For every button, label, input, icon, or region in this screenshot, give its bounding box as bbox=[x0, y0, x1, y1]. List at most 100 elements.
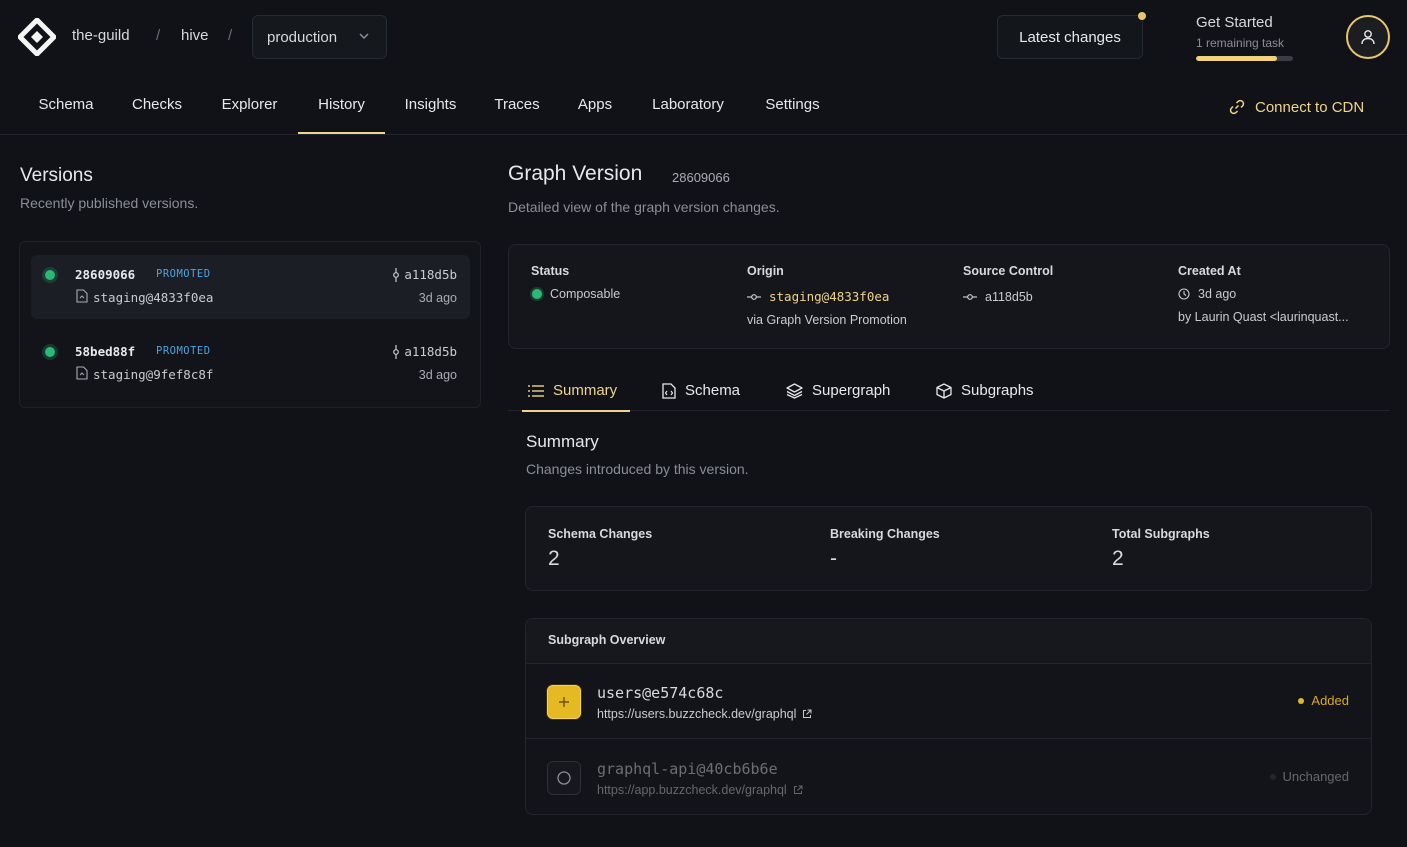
breadcrumb-organization[interactable]: the-guild bbox=[72, 27, 130, 44]
breaking-changes-value: - bbox=[830, 547, 837, 570]
status-text: Unchanged bbox=[1282, 769, 1350, 784]
summary-subtitle: Changes introduced by this version. bbox=[526, 461, 749, 477]
tab-label: Traces bbox=[494, 95, 540, 113]
connect-to-cdn-button[interactable]: Connect to CDN bbox=[1228, 98, 1364, 116]
versions-list: 28609066 PROMOTED staging@4833f0ea a118d… bbox=[19, 241, 481, 408]
version-item[interactable]: 58bed88f PROMOTED staging@9fef8c8f a118d… bbox=[31, 332, 470, 396]
version-id: 58bed88f bbox=[75, 344, 136, 359]
graph-version-title: Graph Version bbox=[508, 162, 643, 185]
tab-label: Schema bbox=[38, 95, 94, 113]
user-icon bbox=[1361, 30, 1375, 45]
version-details-card: Status Composable Origin staging@4833f0e… bbox=[508, 244, 1390, 349]
top-bar: the-guild / hive / production Latest cha… bbox=[0, 0, 1407, 74]
chevron-down-icon bbox=[359, 33, 369, 40]
hive-logo-icon[interactable] bbox=[18, 18, 56, 56]
subgraph-name: users@e574c68c bbox=[597, 684, 724, 702]
circle-icon bbox=[547, 761, 581, 795]
versions-title: Versions bbox=[20, 165, 93, 186]
notification-dot bbox=[1138, 12, 1146, 20]
subgraph-url: https://app.buzzcheck.dev/graphql bbox=[597, 783, 787, 797]
origin-link[interactable]: staging@4833f0ea bbox=[769, 289, 889, 304]
breadcrumb-project[interactable]: hive bbox=[181, 27, 209, 44]
source-control-value[interactable]: a118d5b bbox=[963, 290, 1033, 304]
summary-title: Summary bbox=[526, 432, 599, 451]
total-subgraphs-label: Total Subgraphs bbox=[1112, 527, 1210, 541]
target-select-value: production bbox=[267, 28, 338, 46]
tab-schema[interactable]: Schema bbox=[20, 74, 112, 134]
tab-label: Laboratory bbox=[652, 95, 724, 113]
tab-history[interactable]: History bbox=[298, 74, 385, 134]
subgraph-url: https://users.buzzcheck.dev/graphql bbox=[597, 707, 797, 721]
breaking-changes-label: Breaking Changes bbox=[830, 527, 940, 541]
tab-label: Supergraph bbox=[812, 382, 891, 399]
created-at-label: Created At bbox=[1178, 264, 1241, 278]
tab-summary[interactable]: Summary bbox=[522, 370, 630, 412]
version-time: 3d ago bbox=[418, 368, 457, 382]
status-dot bbox=[532, 289, 542, 299]
link-icon bbox=[1229, 99, 1245, 115]
tab-supergraph[interactable]: Supergraph bbox=[780, 370, 896, 411]
latest-changes-label: Latest changes bbox=[1019, 28, 1121, 46]
tab-settings[interactable]: Settings bbox=[746, 74, 839, 134]
version-origin: staging@9fef8c8f bbox=[93, 367, 214, 382]
status-text: Added bbox=[1311, 693, 1349, 708]
promoted-badge: PROMOTED bbox=[156, 345, 211, 357]
tab-explorer[interactable]: Explorer bbox=[202, 74, 297, 134]
tab-apps[interactable]: Apps bbox=[560, 74, 630, 134]
subgraph-overview-header: Subgraph Overview bbox=[526, 619, 1371, 664]
commit-hash: a118d5b bbox=[985, 290, 1033, 304]
tab-laboratory[interactable]: Laboratory bbox=[632, 74, 744, 134]
source-control-label: Source Control bbox=[963, 264, 1054, 278]
target-select[interactable]: production bbox=[252, 15, 387, 59]
version-commit-hash: a118d5b bbox=[404, 267, 457, 282]
avatar[interactable] bbox=[1346, 15, 1390, 59]
version-commit: a118d5b bbox=[392, 267, 457, 282]
graph-version-subtitle: Detailed view of the graph version chang… bbox=[508, 199, 780, 215]
version-tabs: Summary Schema Supergraph Subgraphs bbox=[508, 370, 1390, 412]
tab-traces[interactable]: Traces bbox=[476, 74, 558, 134]
tab-subgraphs[interactable]: Subgraphs bbox=[930, 370, 1040, 411]
tab-label: Explorer bbox=[221, 95, 278, 113]
status-badge: Added bbox=[1298, 693, 1349, 708]
subgraph-row[interactable]: users@e574c68c https://users.buzzcheck.d… bbox=[526, 664, 1371, 739]
tab-label: Summary bbox=[553, 382, 618, 399]
schema-changes-value: 2 bbox=[548, 547, 560, 570]
subgraph-overview-title: Subgraph Overview bbox=[548, 633, 666, 647]
origin-note: via Graph Version Promotion bbox=[747, 313, 907, 327]
latest-changes-button[interactable]: Latest changes bbox=[997, 15, 1143, 59]
tab-schema[interactable]: Schema bbox=[656, 370, 746, 411]
status-text: Composable bbox=[550, 287, 621, 301]
file-icon bbox=[76, 366, 88, 380]
tab-label: Apps bbox=[577, 95, 613, 113]
commit-icon bbox=[393, 344, 400, 359]
subgraph-url-link[interactable]: https://users.buzzcheck.dev/graphql bbox=[597, 707, 812, 721]
tab-label: Subgraphs bbox=[961, 382, 1034, 399]
subgraph-url-link[interactable]: https://app.buzzcheck.dev/graphql bbox=[597, 783, 803, 797]
origin-value[interactable]: staging@4833f0ea bbox=[747, 289, 889, 304]
graph-version-id: 28609066 bbox=[672, 170, 730, 185]
created-by: by Laurin Quast <laurinquast... bbox=[1178, 310, 1349, 324]
tab-label: History bbox=[318, 95, 365, 113]
tab-label: Settings bbox=[765, 95, 820, 113]
version-item[interactable]: 28609066 PROMOTED staging@4833f0ea a118d… bbox=[31, 255, 470, 319]
get-started-subtitle: 1 remaining task bbox=[1196, 36, 1285, 50]
clock-icon bbox=[1178, 288, 1190, 300]
version-time: 3d ago bbox=[418, 291, 457, 305]
created-at-value: 3d ago bbox=[1178, 287, 1236, 301]
main-nav: Schema Checks Explorer History Insights … bbox=[0, 74, 1407, 135]
file-code-icon bbox=[662, 382, 676, 399]
commit-icon bbox=[963, 294, 977, 300]
tab-checks[interactable]: Checks bbox=[114, 74, 200, 134]
total-subgraphs-value: 2 bbox=[1112, 547, 1124, 570]
created-at-text: 3d ago bbox=[1198, 287, 1237, 301]
version-id: 28609066 bbox=[75, 267, 136, 282]
tab-insights[interactable]: Insights bbox=[387, 74, 474, 134]
status-dot bbox=[45, 270, 55, 280]
subgraph-row[interactable]: graphql-api@40cb6b6e https://app.buzzche… bbox=[526, 740, 1371, 814]
status-dot bbox=[45, 347, 55, 357]
version-commit: a118d5b bbox=[392, 344, 457, 359]
subgraph-name: graphql-api@40cb6b6e bbox=[597, 760, 778, 778]
layers-icon bbox=[786, 382, 803, 399]
tab-label: Insights bbox=[404, 95, 457, 113]
get-started-title[interactable]: Get Started bbox=[1196, 14, 1273, 31]
